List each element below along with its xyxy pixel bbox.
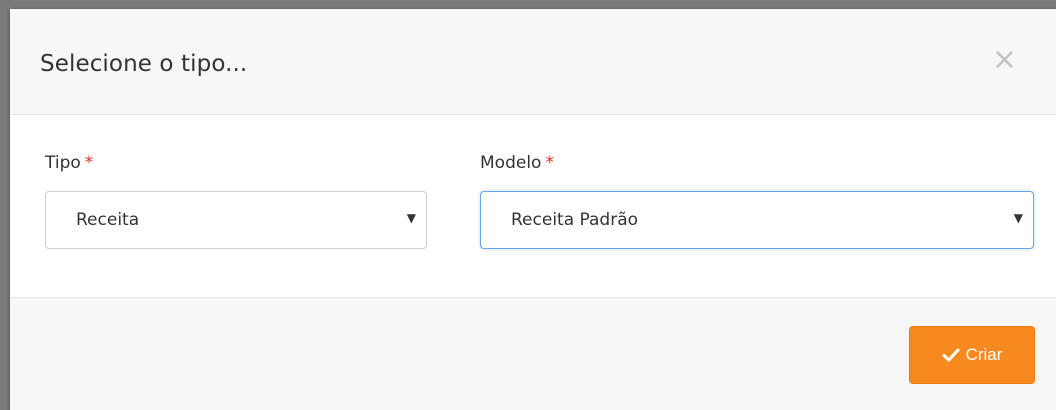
modelo-label: Modelo *: [480, 153, 554, 173]
caret-down-icon: ▼: [1013, 211, 1023, 225]
caret-down-icon: ▼: [406, 211, 416, 225]
tipo-label-text: Tipo: [45, 153, 81, 173]
modelo-select-value: Receita Padrão: [511, 210, 639, 230]
modal-header: Selecione o tipo... ×: [10, 9, 1056, 115]
criar-button-label: Criar: [965, 345, 1003, 364]
select-type-modal: Selecione o tipo... × Tipo * Receita ▼ Mo…: [10, 9, 1056, 410]
tipo-select-value: Receita: [76, 210, 140, 230]
tipo-label: Tipo *: [45, 153, 93, 173]
modelo-select[interactable]: Receita Padrão ▼: [480, 191, 1034, 249]
tipo-select[interactable]: Receita ▼: [45, 191, 427, 249]
modelo-required-mark: *: [545, 153, 554, 173]
modelo-label-text: Modelo: [480, 153, 542, 173]
modal-title: Selecione o tipo...: [40, 51, 248, 77]
modal-footer: Criar: [10, 298, 1056, 410]
close-icon[interactable]: ×: [992, 45, 1017, 75]
tipo-required-mark: *: [84, 153, 94, 173]
modal-body: Tipo * Receita ▼ Modelo * Receita Padrão ▼: [10, 115, 1056, 298]
check-icon: [942, 348, 960, 362]
criar-button[interactable]: Criar: [909, 326, 1035, 384]
